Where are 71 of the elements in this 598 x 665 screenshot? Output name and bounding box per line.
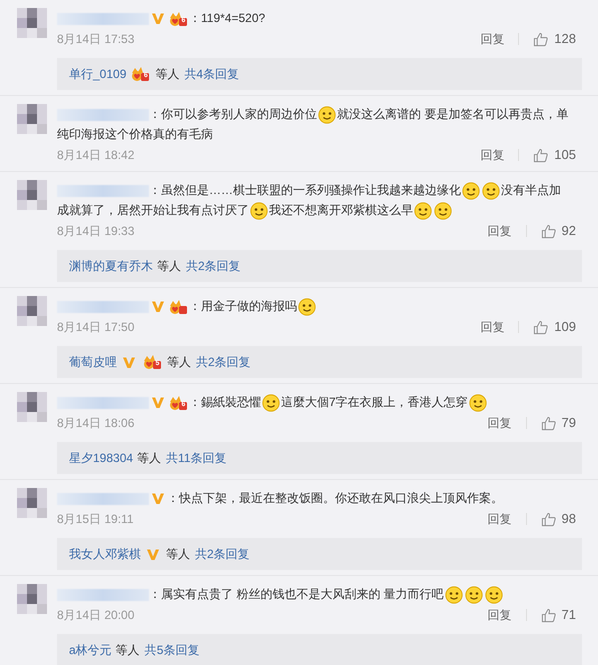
reply-link[interactable]: 回复 xyxy=(488,417,527,429)
like-count: 128 xyxy=(554,30,576,48)
reply-count-link[interactable]: 共4条回复 xyxy=(184,65,240,83)
thumbs-up-icon xyxy=(540,416,556,430)
replier-suffix: 等人 xyxy=(137,450,162,467)
emoji-icon xyxy=(250,202,268,220)
like-count: 71 xyxy=(562,606,576,624)
comment-text: ：属实有点贵了 粉丝的钱也不是大风刮来的 量力而行吧 xyxy=(57,584,582,604)
thumbs-up-icon xyxy=(540,608,556,622)
reply-count-link[interactable]: 共2条回复 xyxy=(196,353,251,371)
reply-link[interactable]: 回复 xyxy=(488,225,527,237)
replier-suffix: 等人 xyxy=(155,66,180,83)
vip-badge-icon xyxy=(168,298,188,315)
emoji-icon xyxy=(262,394,280,412)
timestamp: 8月14日 19:33 xyxy=(57,223,134,240)
reply-count-link[interactable]: 共2条回复 xyxy=(195,545,250,563)
emoji-icon xyxy=(464,586,483,604)
reply-link[interactable]: 回复 xyxy=(488,513,527,525)
reply-count-link[interactable]: 共2条回复 xyxy=(186,257,241,275)
thumbs-up-icon xyxy=(533,148,548,162)
replier-suffix: 等人 xyxy=(166,546,190,563)
avatar xyxy=(17,296,47,326)
timestamp: 8月14日 17:50 xyxy=(57,319,134,336)
emoji-icon xyxy=(468,394,487,412)
emoji-icon xyxy=(484,586,503,604)
replier-suffix: 等人 xyxy=(167,354,191,371)
replier-link[interactable]: 我女人邓紫棋 xyxy=(69,545,141,563)
emoji-icon xyxy=(462,182,480,200)
emoji-icon xyxy=(414,202,432,220)
avatar xyxy=(17,584,47,614)
avatar xyxy=(17,180,47,210)
like-count: 98 xyxy=(562,510,576,528)
thumbs-up-icon xyxy=(540,512,556,526)
emoji-icon xyxy=(444,586,463,604)
reply-link[interactable]: 回复 xyxy=(480,321,520,333)
emoji-icon xyxy=(298,298,316,316)
timestamp: 8月14日 18:42 xyxy=(57,147,134,164)
reply-count-link[interactable]: 共11条回复 xyxy=(166,449,227,467)
replier-link[interactable]: 星夕198304 xyxy=(69,449,134,467)
avatar xyxy=(17,8,47,38)
timestamp: 8月14日 20:00 xyxy=(57,607,134,624)
replier-link[interactable]: 渊博的夏有乔木 xyxy=(69,257,153,275)
reply-count-link[interactable]: 共5条回复 xyxy=(144,641,200,659)
emoji-icon xyxy=(434,202,452,220)
comment-text: ：快点下架，最近在整改饭圈。你还敢在风口浪尖上顶风作案。 xyxy=(57,488,582,508)
comment-text: ：用金子做的海报吗 xyxy=(57,296,582,316)
replier-suffix: 等人 xyxy=(116,642,140,659)
timestamp: 8月14日 17:53 xyxy=(57,31,134,48)
timestamp: 8月15日 19:11 xyxy=(57,511,134,528)
replier-link[interactable]: a林兮元 xyxy=(69,641,112,659)
replier-link[interactable]: 单行_0109 xyxy=(69,65,126,83)
thumbs-up-icon xyxy=(533,320,548,334)
avatar xyxy=(17,392,47,422)
like-count: 92 xyxy=(562,222,576,240)
like-count: 105 xyxy=(554,146,576,164)
reply-link[interactable]: 回复 xyxy=(480,33,520,45)
thumbs-up-icon xyxy=(540,224,556,238)
like-count: 109 xyxy=(554,318,576,336)
comment-text: ：你可以参考别人家的周边价位 就没这么离谱的 要是加签名可以再贵点，单纯印海报这个价格真的有毛病 xyxy=(57,104,570,143)
reply-link[interactable]: 回复 xyxy=(488,609,527,621)
replier-link[interactable]: 葡萄皮哩 xyxy=(69,353,117,371)
emoji-icon xyxy=(482,182,500,200)
reply-link[interactable]: 回复 xyxy=(480,149,520,161)
avatar xyxy=(17,104,47,134)
replier-suffix: 等人 xyxy=(157,258,181,275)
avatar xyxy=(17,488,47,518)
comment-text: ：虽然但是……棋士联盟的一系列骚操作让我越来越边缘化 没有半点加成就算了，居然开始让我有点讨厌了 我还不想离开邓紫棋这么早 xyxy=(57,180,582,220)
thumbs-up-icon xyxy=(533,32,548,46)
timestamp: 8月14日 18:06 xyxy=(57,415,134,432)
like-count: 79 xyxy=(562,414,576,432)
emoji-icon xyxy=(318,106,336,124)
